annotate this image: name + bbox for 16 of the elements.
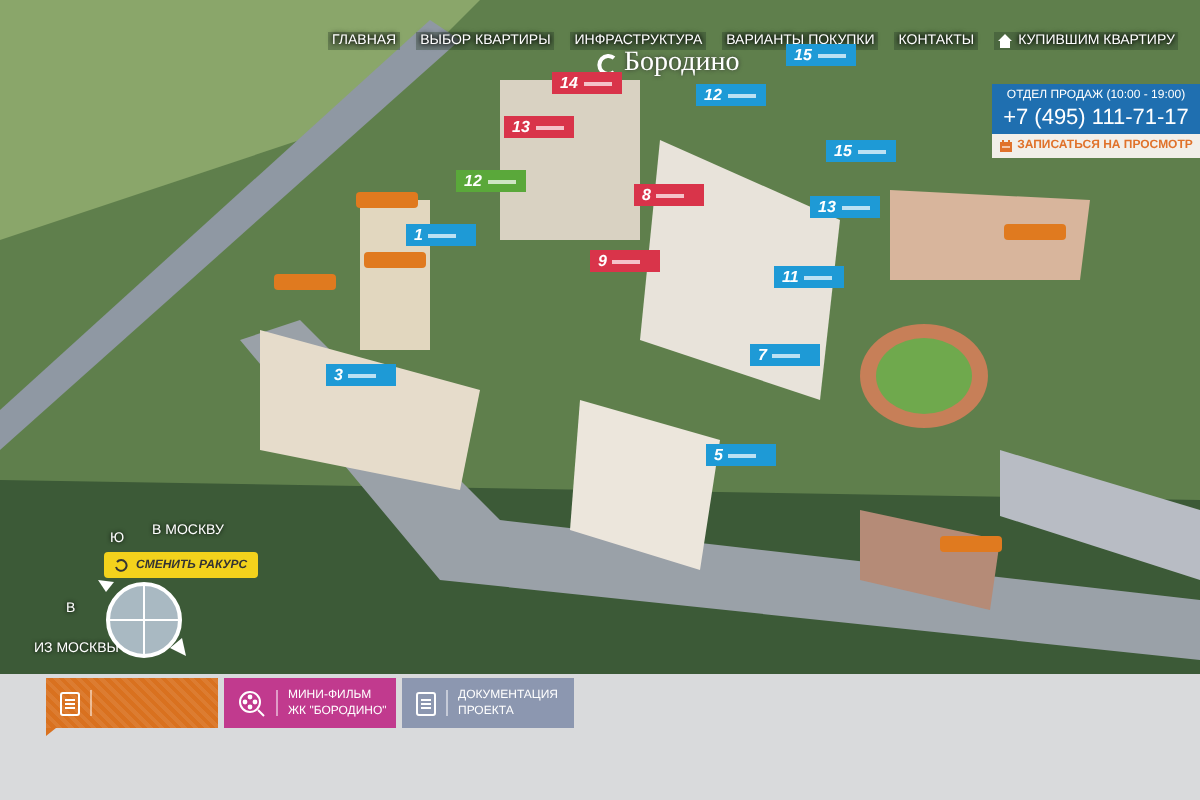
building-marker[interactable]: 15: [826, 140, 896, 162]
building-marker[interactable]: 3: [326, 364, 396, 386]
building-marker[interactable]: 7: [750, 344, 820, 366]
building-marker[interactable]: 9: [590, 250, 660, 272]
building-marker[interactable]: 13: [504, 116, 574, 138]
building-marker[interactable]: 14: [552, 72, 622, 94]
building-marker[interactable]: 13: [810, 196, 880, 218]
building-marker[interactable]: 5: [706, 444, 776, 466]
building-marker[interactable]: 15: [786, 44, 856, 66]
phone-number: +7 (495) 111-71-17: [1001, 106, 1191, 130]
logo-text: Бородино: [624, 48, 740, 80]
building-marker[interactable]: 12: [696, 84, 766, 106]
building-marker[interactable]: 12: [456, 170, 526, 192]
building-marker[interactable]: 1: [406, 224, 476, 246]
building-marker[interactable]: 8: [634, 184, 704, 206]
building-marker[interactable]: 11: [774, 266, 844, 288]
